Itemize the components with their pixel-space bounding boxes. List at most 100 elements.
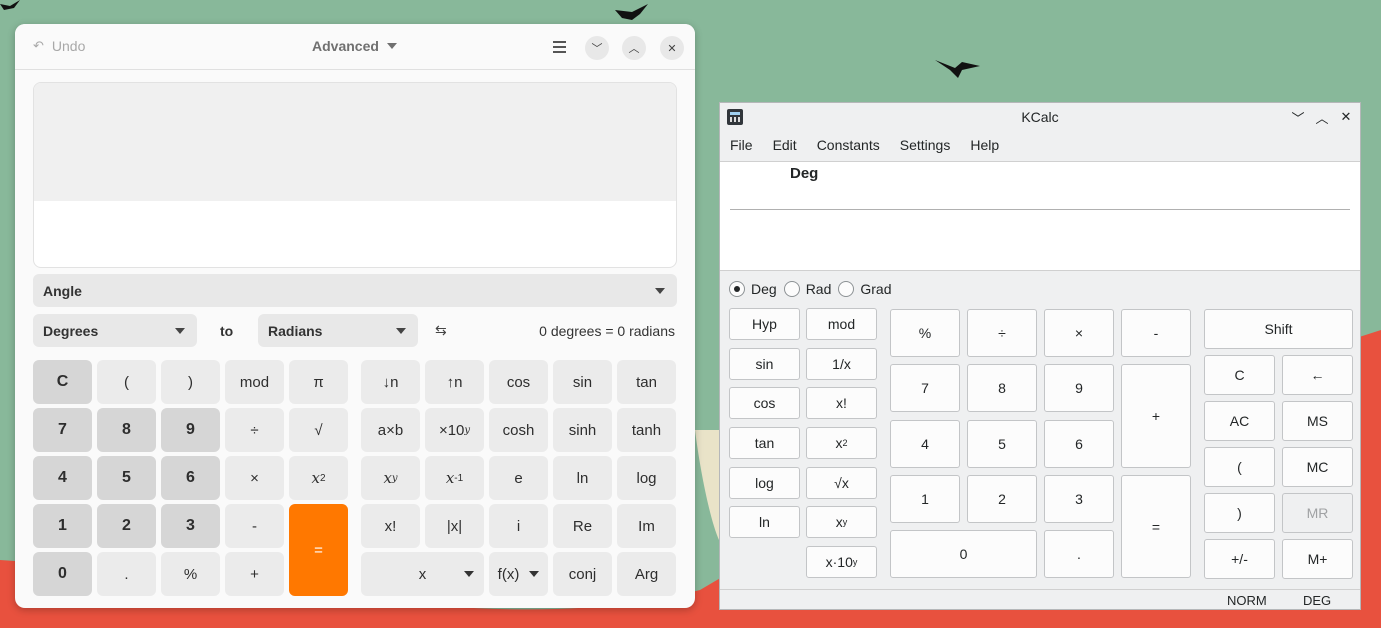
reciprocal-button[interactable]: 1/x xyxy=(806,348,877,380)
sin-button[interactable]: sin xyxy=(729,348,800,380)
factorial-button[interactable]: x! xyxy=(806,387,877,419)
digit-6-button[interactable]: 6 xyxy=(161,456,220,500)
digit-2-button[interactable]: 2 xyxy=(97,504,156,548)
radio-deg[interactable]: Deg xyxy=(729,281,777,297)
square-button[interactable]: x2 xyxy=(806,427,877,459)
left-paren-button[interactable]: ( xyxy=(97,360,156,404)
digit-8-button[interactable]: 8 xyxy=(967,364,1037,412)
sqrt-button[interactable]: √x xyxy=(806,467,877,499)
log-button[interactable]: log xyxy=(729,467,800,499)
negate-button[interactable]: +/- xyxy=(1204,539,1275,579)
from-unit-select[interactable]: Degrees xyxy=(33,314,197,347)
exp10-button[interactable]: x·10 y xyxy=(806,546,877,578)
digit-9-button[interactable]: 9 xyxy=(161,408,220,452)
menu-edit[interactable]: Edit xyxy=(763,133,807,159)
divide-button[interactable]: ÷ xyxy=(225,408,284,452)
conjugate-button[interactable]: conj xyxy=(553,552,612,596)
hyp-button[interactable]: Hyp xyxy=(729,308,800,340)
tanh-button[interactable]: tanh xyxy=(617,408,676,452)
title-bar[interactable]: KCalc ﹀ ︿ ✕ xyxy=(720,103,1360,131)
maximize-button[interactable]: ︿ xyxy=(622,36,646,60)
sin-button[interactable]: sin xyxy=(553,360,612,404)
ln-button[interactable]: ln xyxy=(553,456,612,500)
digit-0-button[interactable]: 0 xyxy=(890,530,1037,578)
variable-select-button[interactable]: x xyxy=(361,552,484,596)
conversion-category-select[interactable]: Angle xyxy=(33,274,677,307)
factorial-button[interactable]: x! xyxy=(361,504,420,548)
maximize-button[interactable]: ︿ xyxy=(1313,108,1331,126)
pi-button[interactable]: π xyxy=(289,360,348,404)
euler-button[interactable]: e xyxy=(489,456,548,500)
digit-7-button[interactable]: 7 xyxy=(890,364,960,412)
subtract-button[interactable]: - xyxy=(1121,309,1191,357)
right-paren-button[interactable]: ) xyxy=(1204,493,1275,533)
radio-grad[interactable]: Grad xyxy=(838,281,892,297)
argument-button[interactable]: Arg xyxy=(617,552,676,596)
square-button[interactable]: x2 xyxy=(289,456,348,500)
menu-settings[interactable]: Settings xyxy=(890,133,961,159)
imag-part-button[interactable]: Im xyxy=(617,504,676,548)
exp10-button[interactable]: ×10 y xyxy=(425,408,484,452)
digit-0-button[interactable]: 0 xyxy=(33,552,92,596)
sqrt-button[interactable]: √ xyxy=(289,408,348,452)
cos-button[interactable]: cos xyxy=(489,360,548,404)
swap-units-icon[interactable]: ⇆ xyxy=(435,322,447,339)
real-part-button[interactable]: Re xyxy=(553,504,612,548)
close-button[interactable]: ✕ xyxy=(660,36,684,60)
calculation-display[interactable] xyxy=(33,82,677,268)
digit-6-button[interactable]: 6 xyxy=(1044,420,1114,468)
tan-button[interactable]: tan xyxy=(617,360,676,404)
abs-button[interactable]: |x| xyxy=(425,504,484,548)
inverse-button[interactable]: x -1 xyxy=(425,456,484,500)
all-clear-button[interactable]: AC xyxy=(1204,401,1275,441)
memory-store-button[interactable]: MS xyxy=(1282,401,1353,441)
digit-1-button[interactable]: 1 xyxy=(33,504,92,548)
clear-button[interactable]: C xyxy=(1204,355,1275,395)
subtract-button[interactable]: - xyxy=(225,504,284,548)
log-button[interactable]: log xyxy=(617,456,676,500)
mod-button[interactable]: mod xyxy=(806,308,877,340)
cosh-button[interactable]: cosh xyxy=(489,408,548,452)
to-unit-select[interactable]: Radians xyxy=(258,314,418,347)
memory-clear-button[interactable]: MC xyxy=(1282,447,1353,487)
power-button[interactable]: xy xyxy=(361,456,420,500)
mode-selector[interactable]: Advanced xyxy=(312,38,397,54)
menu-help[interactable]: Help xyxy=(960,133,1009,159)
axb-button[interactable]: a×b xyxy=(361,408,420,452)
digit-9-button[interactable]: 9 xyxy=(1044,364,1114,412)
shift-button[interactable]: Shift xyxy=(1204,309,1353,349)
left-paren-button[interactable]: ( xyxy=(1204,447,1275,487)
digit-3-button[interactable]: 3 xyxy=(161,504,220,548)
memory-add-button[interactable]: M+ xyxy=(1282,539,1353,579)
percent-button[interactable]: % xyxy=(161,552,220,596)
digit-1-button[interactable]: 1 xyxy=(890,475,960,523)
clear-button[interactable]: C xyxy=(33,360,92,404)
decimal-point-button[interactable]: . xyxy=(1044,530,1114,578)
close-button[interactable]: ✕ xyxy=(1337,108,1355,126)
digit-7-button[interactable]: 7 xyxy=(33,408,92,452)
undo-button[interactable]: ↶ Undo xyxy=(33,38,85,54)
superscript-button[interactable]: ↑n xyxy=(425,360,484,404)
minimize-button[interactable]: ﹀ xyxy=(1289,108,1307,126)
multiply-button[interactable]: × xyxy=(1044,309,1114,357)
sinh-button[interactable]: sinh xyxy=(553,408,612,452)
digit-5-button[interactable]: 5 xyxy=(967,420,1037,468)
hamburger-menu-icon[interactable] xyxy=(550,38,568,56)
add-button[interactable]: + xyxy=(225,552,284,596)
digit-4-button[interactable]: 4 xyxy=(33,456,92,500)
mod-button[interactable]: mod xyxy=(225,360,284,404)
power-button[interactable]: xy xyxy=(806,506,877,538)
backspace-button[interactable]: ← xyxy=(1282,355,1353,395)
digit-8-button[interactable]: 8 xyxy=(97,408,156,452)
subscript-button[interactable]: ↓n xyxy=(361,360,420,404)
right-paren-button[interactable]: ) xyxy=(161,360,220,404)
menu-constants[interactable]: Constants xyxy=(807,133,890,159)
multiply-button[interactable]: × xyxy=(225,456,284,500)
equals-button[interactable]: = xyxy=(289,504,348,596)
equals-button[interactable]: = xyxy=(1121,475,1191,578)
menu-file[interactable]: File xyxy=(720,133,763,159)
digit-3-button[interactable]: 3 xyxy=(1044,475,1114,523)
digit-5-button[interactable]: 5 xyxy=(97,456,156,500)
percent-button[interactable]: % xyxy=(890,309,960,357)
function-select-button[interactable]: f(x) xyxy=(489,552,548,596)
